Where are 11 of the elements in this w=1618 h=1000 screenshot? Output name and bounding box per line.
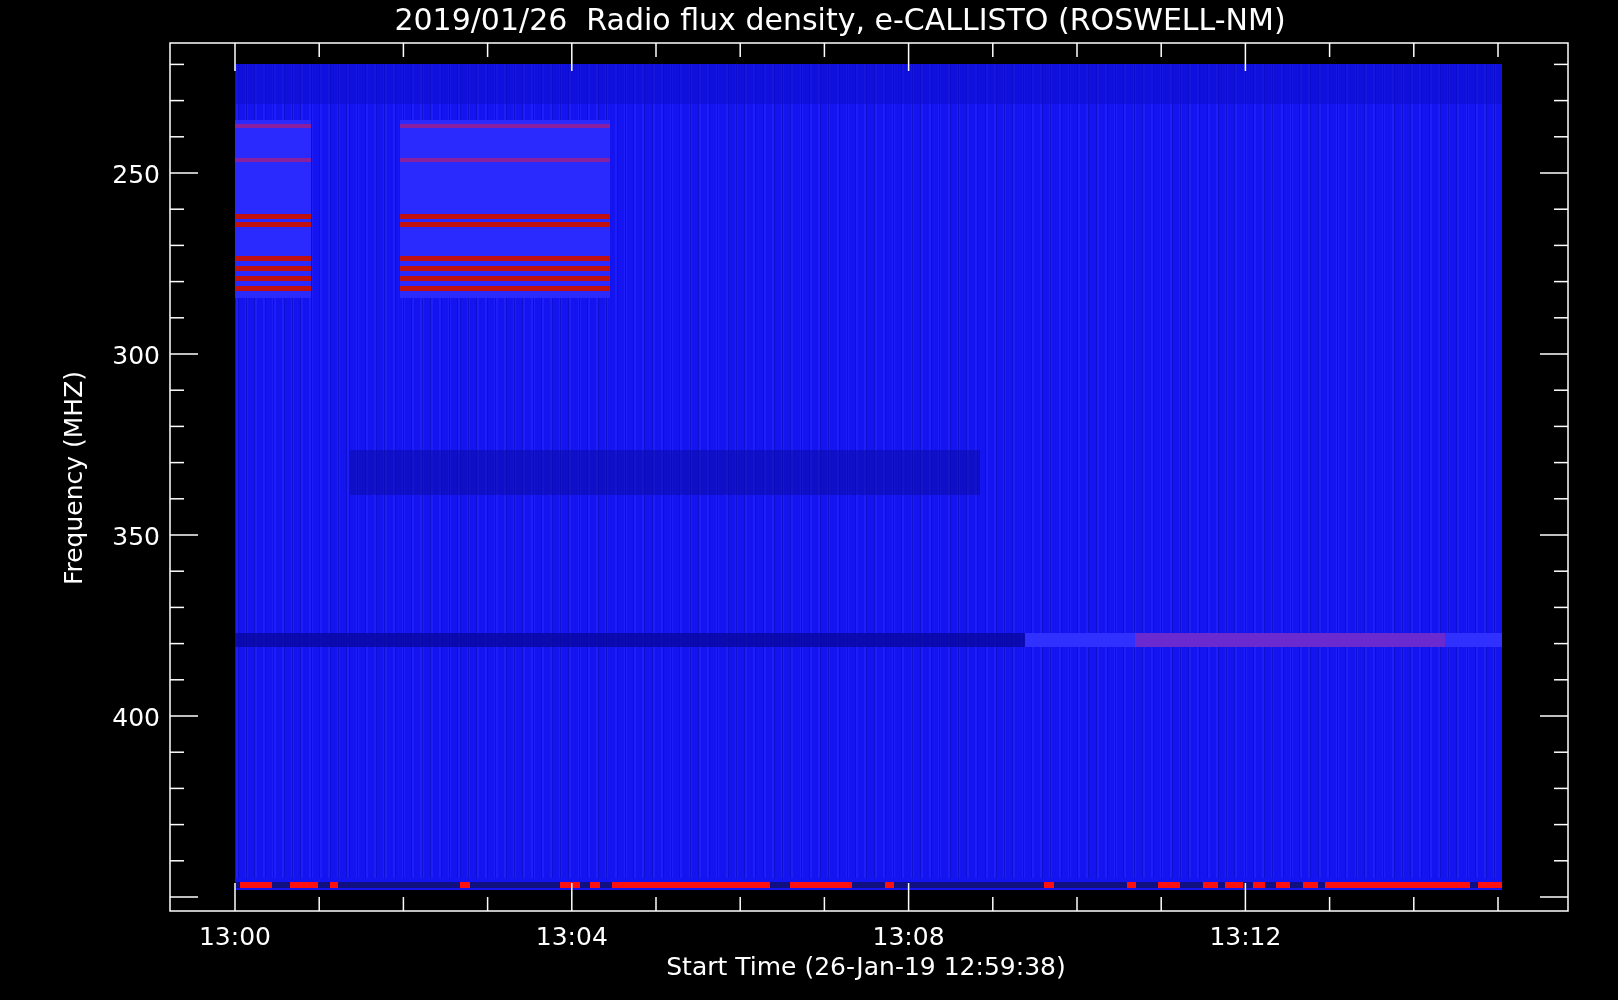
- y-tick-label: 350: [112, 522, 160, 551]
- y-tick-label: 250: [112, 160, 160, 189]
- x-tick-label: 13:12: [1209, 922, 1282, 951]
- y-tick-label: 300: [112, 341, 160, 370]
- x-tick-label: 13:00: [199, 922, 271, 951]
- x-tick-label: 13:08: [872, 922, 945, 951]
- chart-title: 2019/01/26 Radio flux density, e-CALLISTO (ROSWELL-NM): [394, 2, 1286, 37]
- y-axis-label: Frequency (MHZ): [59, 370, 88, 586]
- x-tick-label: 13:04: [535, 922, 608, 951]
- y-tick-label: 400: [112, 703, 160, 732]
- x-axis-label: Start Time (26-Jan-19 12:59:38): [666, 952, 1066, 981]
